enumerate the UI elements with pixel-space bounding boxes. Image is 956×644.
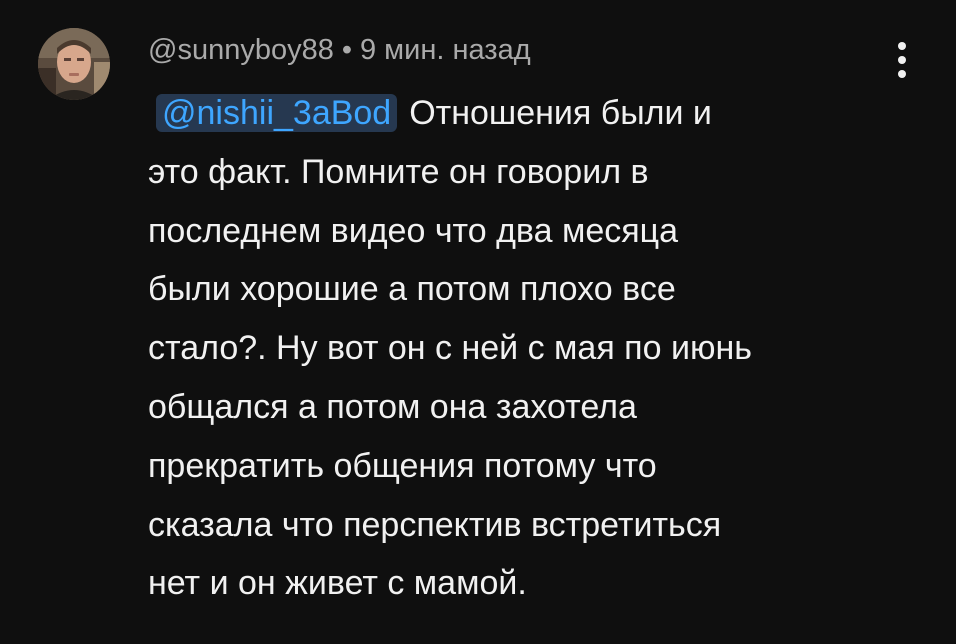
comment-line: стало?. Ну вот он с ней с мая по июнь <box>148 329 752 368</box>
comment-line: сказала что перспектив встретиться <box>148 505 722 544</box>
mention-link[interactable]: @nishii_3aBod <box>156 94 398 132</box>
comment-line: это факт. Помните он говорил в <box>148 152 649 191</box>
comment-line: @nishii_3aBod Отношения были и <box>148 84 928 143</box>
comment-line: прекратить общения потому что <box>148 446 657 485</box>
comment-meta: @sunnyboy88 • 9 мин. назад <box>148 30 531 70</box>
author-name[interactable]: @sunnyboy88 <box>148 34 334 66</box>
avatar-image <box>38 28 110 100</box>
comment-line: были хорошие а потом плохо все <box>148 270 676 309</box>
comment-line: нет и он живет с мамой. <box>148 564 527 603</box>
more-vertical-icon <box>898 42 906 50</box>
more-vertical-icon-dot-3 <box>898 70 906 78</box>
comment-line: последнем видео что два месяца <box>148 211 679 250</box>
comment-line: общался а потом она захотела <box>148 387 637 426</box>
avatar[interactable] <box>38 28 110 100</box>
meta-separator: • <box>341 34 352 66</box>
comment: @sunnyboy88 • 9 мин. назад @nishii_3aBod От… <box>0 0 956 644</box>
more-options-button[interactable] <box>884 38 920 82</box>
comment-text: @nishii_3aBod Отношения были и это факт. … <box>148 84 928 613</box>
comment-timestamp[interactable]: 9 мин. назад <box>360 34 531 66</box>
comment-line-text: Отношения были и <box>409 94 712 132</box>
more-vertical-icon-dot-2 <box>898 56 906 64</box>
